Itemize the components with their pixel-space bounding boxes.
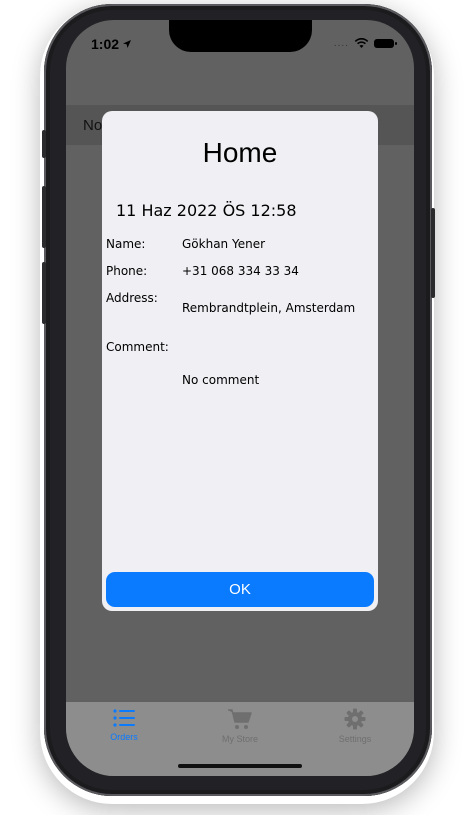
notch	[169, 20, 312, 52]
tab-orders[interactable]: Orders	[84, 708, 164, 742]
address-value: Rembrandtplein, Amsterdam	[182, 301, 356, 315]
volume-up-button	[42, 186, 46, 248]
volume-down-button	[42, 262, 46, 324]
gear-icon	[344, 708, 366, 730]
phone-value: +31 068 334 33 34	[182, 264, 299, 278]
name-label: Name:	[106, 237, 146, 251]
location-arrow-icon	[123, 40, 132, 48]
comment-value: No comment	[182, 373, 260, 387]
order-datetime: 11 Haz 2022 ÖS 12:58	[116, 201, 297, 220]
status-bar-indicators: ....	[333, 38, 397, 49]
name-value: Gökhan Yener	[182, 237, 266, 251]
dialog-title: Home	[202, 137, 278, 168]
comment-label: Comment:	[106, 340, 169, 354]
address-label: Address:	[106, 291, 158, 305]
tab-my-store[interactable]: My Store	[200, 708, 280, 744]
phone-label: Phone:	[106, 264, 148, 278]
tab-my-store-label: My Store	[221, 734, 258, 744]
nav-title: No	[83, 117, 103, 134]
tab-settings[interactable]: Settings	[315, 708, 395, 744]
mute-switch	[42, 130, 46, 158]
signal-dots-icon: ....	[333, 38, 349, 49]
status-bar-time: 1:02	[91, 36, 132, 52]
wifi-icon	[354, 38, 369, 48]
cart-icon	[228, 709, 252, 729]
home-indicator[interactable]	[178, 764, 302, 768]
tab-orders-label: Orders	[110, 732, 138, 742]
tab-settings-label: Settings	[338, 734, 372, 744]
ok-button[interactable]: OK	[106, 572, 374, 607]
list-icon	[113, 709, 135, 727]
battery-icon	[374, 39, 397, 48]
power-button	[431, 208, 435, 298]
order-detail-dialog: Home 11 Haz 2022 ÖS 12:58 Name: Gökhan Y…	[102, 111, 378, 611]
status-time-text: 1:02	[91, 36, 120, 52]
